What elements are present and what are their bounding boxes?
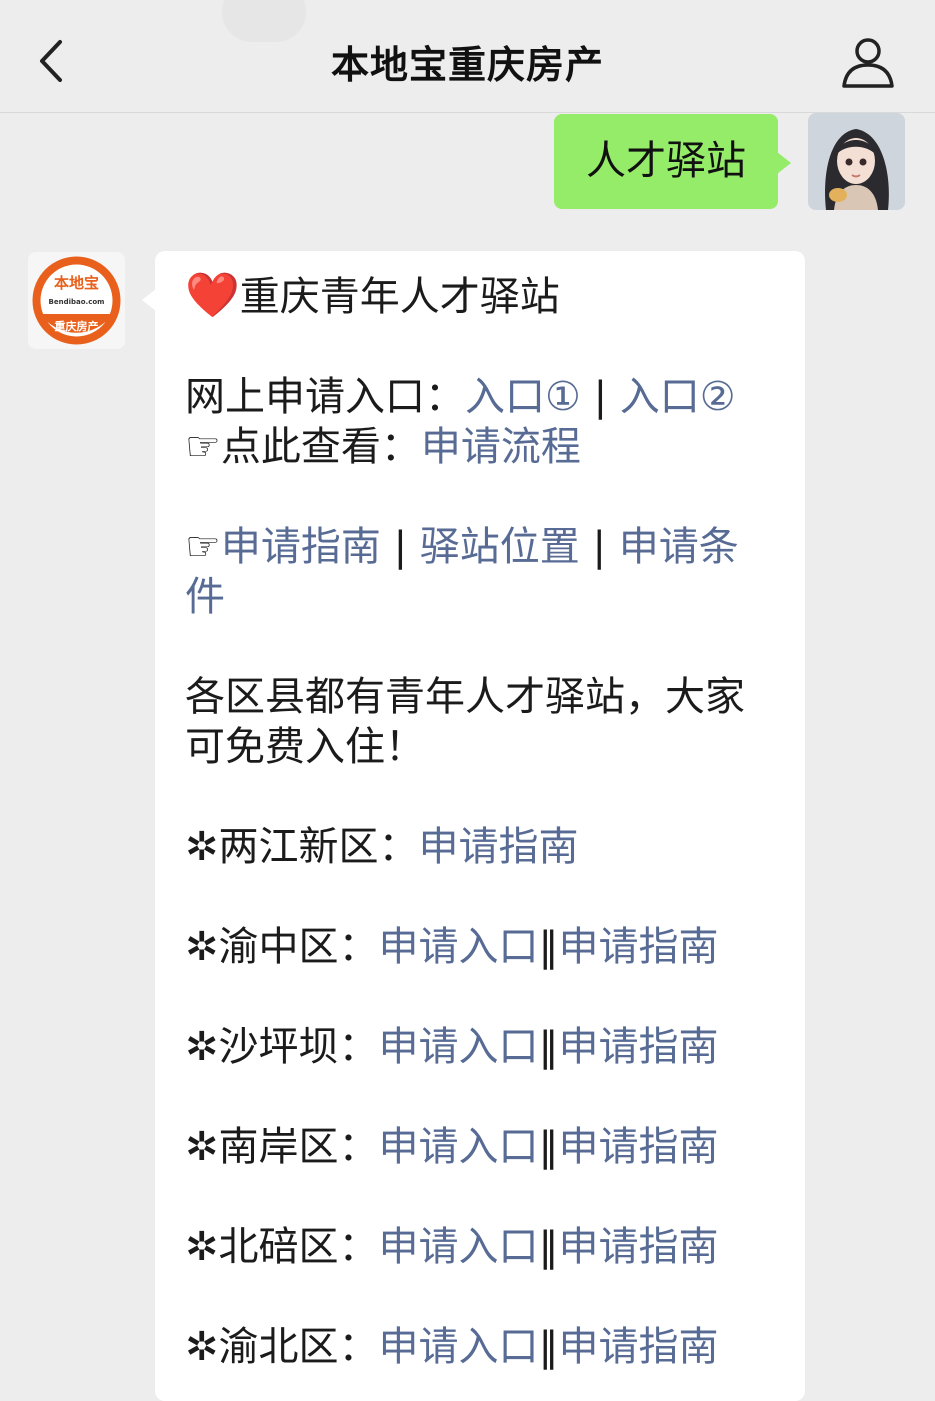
intro-text: 各区县都有青年人才驿站，大家可免费入住！	[185, 674, 745, 770]
district-guide-link[interactable]: 申请指南	[559, 1024, 719, 1070]
district-entry-link[interactable]: 申请入口	[379, 924, 539, 970]
message-heading: ❤️重庆青年人才驿站	[185, 271, 771, 322]
star-bullet-icon: ✲	[185, 1324, 219, 1370]
pointing-hand-icon: ☞	[185, 424, 221, 470]
district-name: 两江新区：	[218, 824, 419, 870]
user-avatar-image	[808, 113, 905, 210]
divider-bar: |	[592, 524, 606, 570]
online-apply-label: 网上申请入口：	[185, 374, 465, 420]
divider-bar: |	[593, 374, 608, 420]
district-guide-link[interactable]: 申请指南	[559, 924, 719, 970]
view-label: 点此查看：	[220, 424, 421, 470]
process-row: ☞点此查看：申请流程	[185, 422, 771, 472]
official-account-avatar[interactable]: 本地宝 Bendibao.com 重庆房产	[28, 252, 125, 349]
online-apply-row: 网上申请入口：入口① | 入口②	[185, 372, 771, 422]
profile-person-icon[interactable]	[838, 34, 898, 90]
page-title: 本地宝重庆房产	[330, 43, 604, 87]
district-row-yubei: ✲渝北区：申请入口‖申请指南	[185, 1322, 771, 1372]
district-name: 南岸区：	[218, 1124, 379, 1170]
district-guide-link[interactable]: 申请指南	[559, 1324, 719, 1370]
district-entry-link[interactable]: 申请入口	[379, 1324, 539, 1370]
district-row-nanan: ✲南岸区：申请入口‖申请指南	[185, 1122, 771, 1172]
double-bar-divider: ‖	[538, 1324, 559, 1370]
district-row-liangjiang: ✲两江新区：申请指南	[185, 822, 771, 872]
apply-process-link[interactable]: 申请流程	[421, 424, 581, 470]
district-name: 北碚区：	[218, 1224, 379, 1270]
district-entry-link[interactable]: 申请入口	[379, 1124, 539, 1170]
district-row-yuzhong: ✲渝中区：申请入口‖申请指南	[185, 922, 771, 972]
double-bar-divider: ‖	[538, 1124, 559, 1170]
double-bar-divider: ‖	[538, 1024, 559, 1070]
district-entry-link[interactable]: 申请入口	[379, 1024, 539, 1070]
star-bullet-icon: ✲	[185, 1024, 219, 1070]
divider-bar: |	[393, 524, 408, 570]
pointing-hand-icon: ☞	[185, 524, 221, 570]
outgoing-message-bubble[interactable]: 人才驿站	[554, 114, 791, 209]
double-bar-divider: ‖	[538, 1224, 559, 1270]
logo-main-text: 本地宝	[54, 274, 99, 292]
entry-2-link[interactable]: 入口②	[620, 374, 736, 420]
links-row: ☞申请指南 | 驿站位置 | 申请条件	[185, 522, 771, 622]
heading-text: 重庆青年人才驿站	[239, 274, 560, 320]
user-avatar[interactable]	[808, 113, 905, 210]
district-row-shapingba: ✲沙坪坝：申请入口‖申请指南	[185, 1022, 771, 1072]
district-name: 沙坪坝：	[218, 1024, 379, 1070]
entry-1-link[interactable]: 入口①	[465, 374, 581, 420]
district-row-beibei: ✲北碚区：申请入口‖申请指南	[185, 1222, 771, 1272]
district-guide-link[interactable]: 申请指南	[419, 824, 579, 870]
heart-icon: ❤️	[185, 270, 240, 321]
apply-guide-link[interactable]: 申请指南	[221, 524, 381, 570]
star-bullet-icon: ✲	[185, 824, 219, 870]
logo-domain-text: Bendibao.com	[49, 298, 105, 306]
logo-sub-text: 重庆房产	[55, 319, 99, 333]
station-location-link[interactable]: 驿站位置	[420, 524, 580, 570]
top-navigation-bar: 本地宝重庆房产	[0, 0, 935, 113]
district-guide-link[interactable]: 申请指南	[559, 1224, 719, 1270]
star-bullet-icon: ✲	[185, 1224, 219, 1270]
district-name: 渝北区：	[218, 1324, 379, 1370]
double-bar-divider: ‖	[538, 924, 559, 970]
star-bullet-icon: ✲	[185, 1124, 219, 1170]
incoming-message-bubble: ❤️重庆青年人才驿站 网上申请入口：入口① | 入口② ☞点此查看：申请流程 ☞…	[142, 251, 805, 1401]
district-entry-link[interactable]: 申请入口	[379, 1224, 539, 1270]
district-name: 渝中区：	[218, 924, 379, 970]
star-bullet-icon: ✲	[185, 924, 219, 970]
district-guide-link[interactable]: 申请指南	[559, 1124, 719, 1170]
bendibao-logo: 本地宝 Bendibao.com 重庆房产	[28, 252, 125, 349]
